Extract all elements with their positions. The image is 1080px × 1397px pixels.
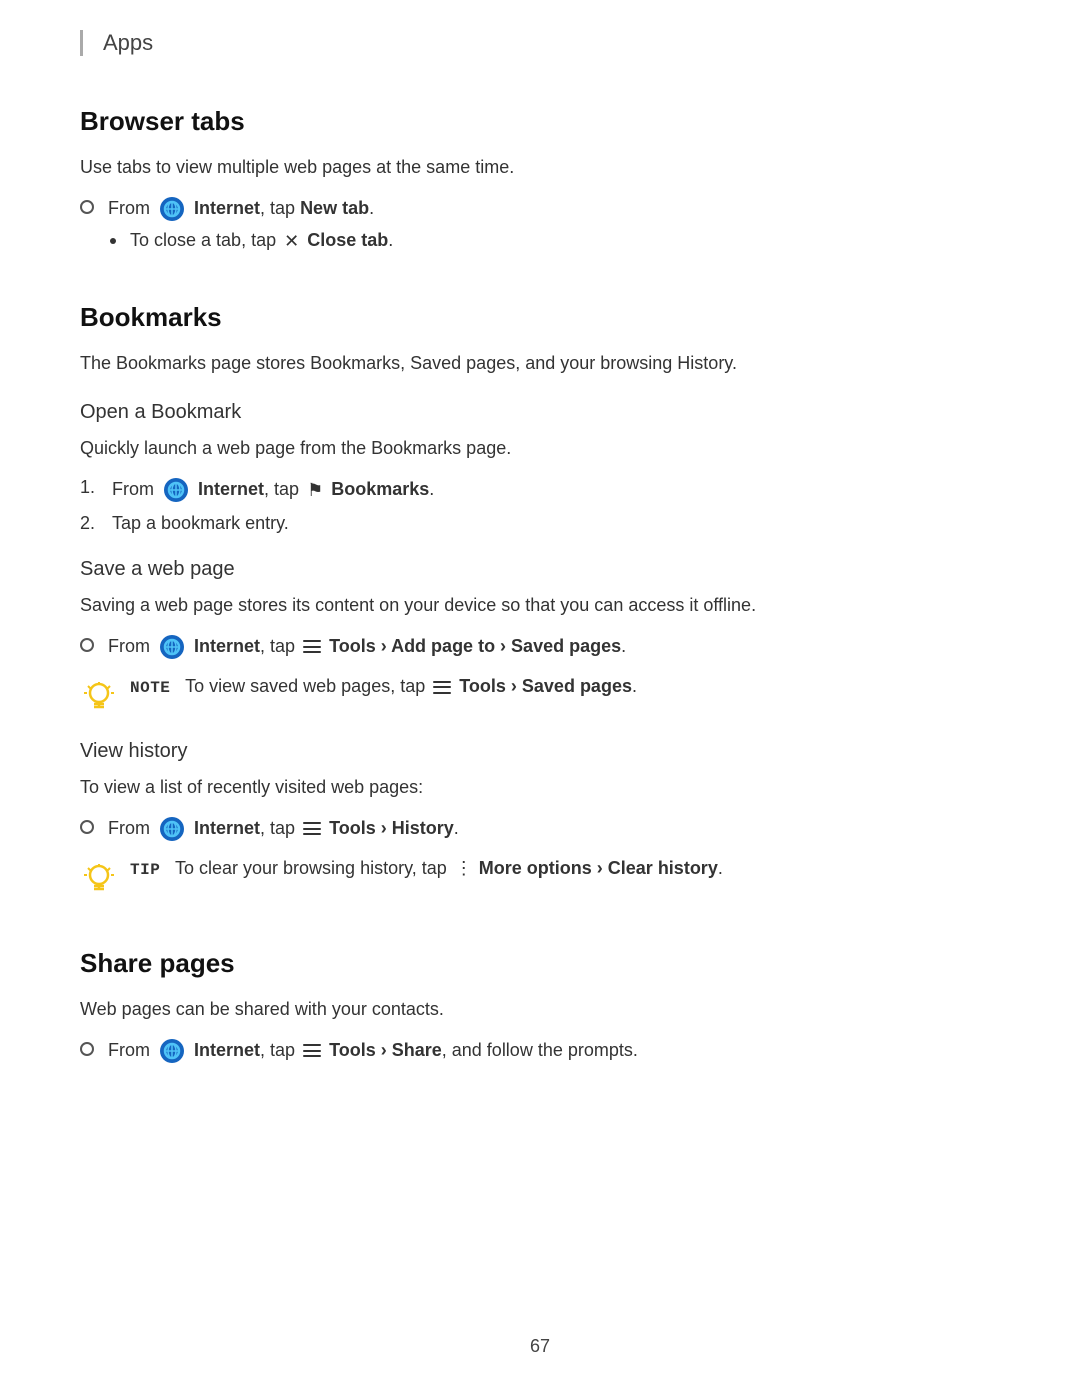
page-title: Apps: [103, 30, 153, 55]
lightbulb-tip-icon: [80, 860, 118, 898]
dot-bullet-icon: [110, 238, 116, 244]
save-page-instructions: From Internet, tap Tools › Add page to ›…: [80, 634, 1000, 660]
tools-history-label: Tools › History: [329, 817, 454, 837]
instruction-text: From Internet, tap Tools › History.: [108, 816, 459, 842]
hamburger-menu-icon: [303, 822, 321, 835]
internet-icon: [159, 196, 185, 222]
subsection-view-history: View history To view a list of recently …: [80, 740, 1000, 898]
instruction-text: From Internet, tap New tab.: [108, 196, 374, 222]
more-options-icon: ⋮: [455, 858, 471, 879]
list-item: 1. From Internet, tap ⚑ Bookmarks.: [80, 477, 1000, 503]
list-item-sub: To close a tab, tap ✕ Close tab.: [80, 230, 1000, 252]
bookmarks-description: The Bookmarks page stores Bookmarks, Sav…: [80, 349, 1000, 378]
tip-content: TIP To clear your browsing history, tap …: [130, 858, 723, 880]
open-bookmark-steps: 1. From Internet, tap ⚑ Bookmarks.: [80, 477, 1000, 534]
internet-label: Internet: [194, 1039, 260, 1059]
internet-icon: [159, 634, 185, 660]
list-item: 2. Tap a bookmark entry.: [80, 513, 1000, 534]
section-share-pages: Share pages Web pages can be shared with…: [80, 948, 1000, 1064]
tip-label: TIP: [130, 861, 160, 879]
browser-tabs-description: Use tabs to view multiple web pages at t…: [80, 153, 1000, 182]
browser-tabs-title: Browser tabs: [80, 106, 1000, 137]
list-item: From Internet, tap Tools › Share, and fo…: [80, 1038, 1000, 1064]
tip-row: TIP To clear your browsing history, tap …: [80, 858, 1000, 898]
hamburger-menu-icon: [303, 1044, 321, 1057]
internet-label: Internet: [194, 817, 260, 837]
hamburger-menu-icon: [433, 681, 451, 694]
section-bookmarks: Bookmarks The Bookmarks page stores Book…: [80, 302, 1000, 898]
note-label: NOTE: [130, 679, 170, 697]
circle-bullet-icon: [80, 638, 94, 652]
step-number: 2.: [80, 513, 112, 534]
save-page-description: Saving a web page stores its content on …: [80, 591, 1000, 620]
close-tab-instruction: To close a tab, tap ✕ Close tab.: [130, 230, 393, 252]
circle-bullet-icon: [80, 820, 94, 834]
internet-label: Internet: [198, 479, 264, 499]
open-bookmark-description: Quickly launch a web page from the Bookm…: [80, 434, 1000, 463]
subsection-open-bookmark: Open a Bookmark Quickly launch a web pag…: [80, 401, 1000, 534]
tools-share-label: Tools › Share: [329, 1039, 442, 1059]
list-item: From Internet, tap Tools › Add page to ›…: [80, 634, 1000, 660]
hamburger-menu-icon: [303, 640, 321, 653]
instruction-text: From Internet, tap Tools › Add page to ›…: [108, 634, 626, 660]
circle-bullet-icon: [80, 200, 94, 214]
lightbulb-icon: [80, 678, 118, 716]
save-page-title: Save a web page: [80, 558, 1000, 581]
bookmarks-title: Bookmarks: [80, 302, 1000, 333]
list-item: From Internet, tap New tab.: [80, 196, 1000, 222]
close-x-icon: ✕: [284, 231, 299, 252]
bookmarks-label: Bookmarks: [331, 479, 429, 499]
internet-icon: [163, 477, 189, 503]
close-tab-label: Close tab: [307, 230, 388, 250]
instruction-text: From Internet, tap Tools › Share, and fo…: [108, 1038, 638, 1064]
section-browser-tabs: Browser tabs Use tabs to view multiple w…: [80, 106, 1000, 252]
browser-tabs-instructions: From Internet, tap New tab. To close a t…: [80, 196, 1000, 252]
view-history-instructions: From Internet, tap Tools › History.: [80, 816, 1000, 842]
tools-saved-label: Tools › Add page to › Saved pages: [329, 636, 621, 656]
list-item: From Internet, tap Tools › History.: [80, 816, 1000, 842]
page-footer: 67: [0, 1336, 1080, 1357]
note-content: NOTE To view saved web pages, tap Tools …: [130, 676, 637, 697]
share-pages-description: Web pages can be shared with your contac…: [80, 995, 1000, 1024]
page-header: Apps: [80, 30, 1000, 56]
step-text: From Internet, tap ⚑ Bookmarks.: [112, 477, 434, 503]
page-number: 67: [530, 1336, 550, 1356]
step-text: Tap a bookmark entry.: [112, 513, 289, 534]
view-history-title: View history: [80, 740, 1000, 763]
page-container: Apps Browser tabs Use tabs to view multi…: [0, 0, 1080, 1194]
more-options-label: More options › Clear history: [479, 858, 718, 878]
share-pages-title: Share pages: [80, 948, 1000, 979]
note-row: NOTE To view saved web pages, tap Tools …: [80, 676, 1000, 716]
circle-bullet-icon: [80, 1042, 94, 1056]
internet-icon: [159, 816, 185, 842]
share-pages-instructions: From Internet, tap Tools › Share, and fo…: [80, 1038, 1000, 1064]
open-bookmark-title: Open a Bookmark: [80, 401, 1000, 424]
view-history-description: To view a list of recently visited web p…: [80, 773, 1000, 802]
subsection-save-page: Save a web page Saving a web page stores…: [80, 558, 1000, 716]
internet-icon: [159, 1038, 185, 1064]
tools-saved-view-label: Tools › Saved pages: [459, 676, 632, 696]
internet-label: Internet: [194, 636, 260, 656]
new-tab-label: New tab: [300, 198, 369, 218]
internet-label: Internet: [194, 198, 260, 218]
bookmark-icon: ⚑: [307, 480, 323, 501]
step-number: 1.: [80, 477, 112, 498]
